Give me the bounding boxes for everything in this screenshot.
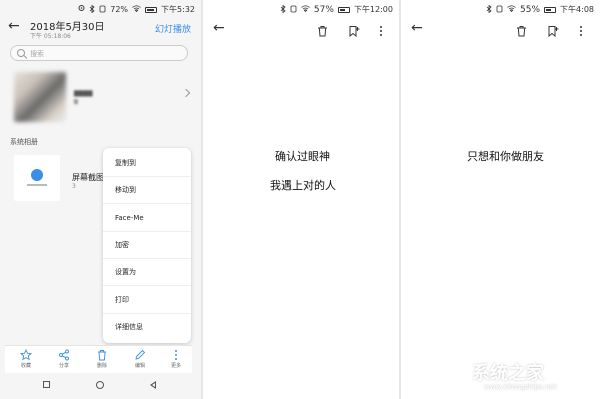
search-icon <box>17 49 25 57</box>
battery-icon <box>145 6 158 13</box>
blurred-album-row[interactable]: ▇▇▇▇ ▇ <box>0 67 201 127</box>
trash-icon[interactable] <box>317 22 328 41</box>
wifi-icon <box>132 5 141 14</box>
more-vertical-icon[interactable] <box>579 22 583 41</box>
viewer-toolbar: ← <box>401 18 600 40</box>
more-label: 更多 <box>170 363 181 369</box>
back-arrow-icon[interactable]: ← <box>411 20 423 36</box>
back-arrow-icon[interactable]: ← <box>8 18 20 34</box>
album-name: 屏幕截图 <box>72 173 104 182</box>
favorite-button[interactable]: 收藏 <box>13 349 39 369</box>
delete-button[interactable]: 删除 <box>89 349 115 369</box>
watermark: 系统之家 www.xitongzhijia.net <box>440 357 600 397</box>
location-icon <box>78 4 85 15</box>
bluetooth-icon <box>89 4 95 15</box>
image-text-line-1: 确认过眼神 <box>275 150 330 163</box>
system-navigation-bar <box>0 374 201 399</box>
search-placeholder: 搜索 <box>30 50 44 58</box>
more-vertical-icon[interactable] <box>379 22 383 41</box>
thumbnail-caption <box>27 184 47 186</box>
bluetooth-icon <box>486 4 492 15</box>
clock: 下午4:08 <box>560 5 594 14</box>
menu-item-print[interactable]: 打印 <box>103 287 191 314</box>
add-to-album-icon[interactable] <box>348 22 360 41</box>
clock: 下午12:00 <box>353 5 393 14</box>
edit-icon <box>135 349 146 360</box>
wifi-icon <box>301 5 310 14</box>
status-bar: 57% 下午12:00 <box>203 0 399 18</box>
album-count: 3 <box>72 183 76 190</box>
battery-percent: 55% <box>520 4 541 15</box>
search-input[interactable]: 搜索 <box>10 45 188 61</box>
delete-label: 删除 <box>96 363 107 369</box>
back-nav-icon[interactable] <box>150 381 156 389</box>
battery-percent: 57% <box>313 4 334 15</box>
recents-icon[interactable] <box>43 381 50 388</box>
battery-icon <box>544 6 557 13</box>
album-panel: 72% 下午5:32 ← 2018年5月30日 下午 05:18:06 幻灯播放… <box>0 0 201 399</box>
status-bar: 55% 下午4:08 <box>401 0 600 18</box>
mute-icon <box>496 5 503 15</box>
chevron-right-icon <box>181 88 191 98</box>
back-arrow-icon[interactable]: ← <box>213 20 225 36</box>
context-menu: 复制到 移动到 Face-Me 加密 设置为 打印 详细信息 <box>103 148 191 343</box>
battery-percent: 72% <box>110 5 129 14</box>
share-icon <box>59 349 69 361</box>
blurred-album-name: ▇▇▇▇ <box>74 90 93 97</box>
menu-item-move-to[interactable]: 移动到 <box>103 177 191 204</box>
image-viewer-panel-2: 55% 下午4:08 ← 只想和你做朋友 <box>401 0 600 399</box>
menu-item-copy-to[interactable]: 复制到 <box>103 150 191 177</box>
page-subtitle: 下午 05:18:06 <box>30 33 71 40</box>
edit-button[interactable]: 编辑 <box>127 349 153 369</box>
watermark-url: www.xitongzhijia.net <box>484 383 557 391</box>
viewer-toolbar: ← <box>203 18 399 40</box>
screenshot-album-thumbnail[interactable] <box>14 155 60 201</box>
share-label: 分享 <box>58 363 69 369</box>
blurred-thumbnail <box>14 72 66 122</box>
album-header: ← 2018年5月30日 下午 05:18:06 幻灯播放 <box>0 14 201 42</box>
star-icon <box>20 349 32 361</box>
favorite-label: 收藏 <box>20 363 31 369</box>
menu-item-set-as[interactable]: 设置为 <box>103 259 191 286</box>
image-text-line: 只想和你做朋友 <box>467 150 544 163</box>
more-button[interactable]: 更多 <box>163 349 189 369</box>
slideshow-button[interactable]: 幻灯播放 <box>155 22 191 35</box>
edit-label: 编辑 <box>134 363 145 369</box>
menu-item-details[interactable]: 详细信息 <box>103 314 191 341</box>
more-icon <box>175 350 177 360</box>
blurred-album-count: ▇ <box>74 99 78 105</box>
menu-item-encrypt[interactable]: 加密 <box>103 232 191 259</box>
watermark-brand: 系统之家 <box>472 363 544 384</box>
section-title: 系统相册 <box>10 138 38 146</box>
add-to-album-icon[interactable] <box>547 22 559 41</box>
bottom-action-bar: 收藏 分享 删除 编辑 更多 <box>5 345 192 373</box>
app-logo-icon <box>31 169 43 181</box>
trash-icon <box>98 350 106 361</box>
trash-icon[interactable] <box>516 22 527 41</box>
battery-icon <box>337 6 350 13</box>
mute-icon <box>290 5 297 15</box>
watermark-logo-icon <box>440 361 466 387</box>
image-viewer-panel-1: 57% 下午12:00 ← 确认过眼神 我遇上对的人 <box>203 0 399 399</box>
bluetooth-icon <box>280 4 286 15</box>
menu-item-face-me[interactable]: Face-Me <box>103 205 191 232</box>
share-button[interactable]: 分享 <box>51 349 77 369</box>
wifi-icon <box>507 5 516 14</box>
image-text-line-2: 我遇上对的人 <box>270 179 336 192</box>
home-icon[interactable] <box>96 381 104 389</box>
mute-icon <box>99 5 106 15</box>
